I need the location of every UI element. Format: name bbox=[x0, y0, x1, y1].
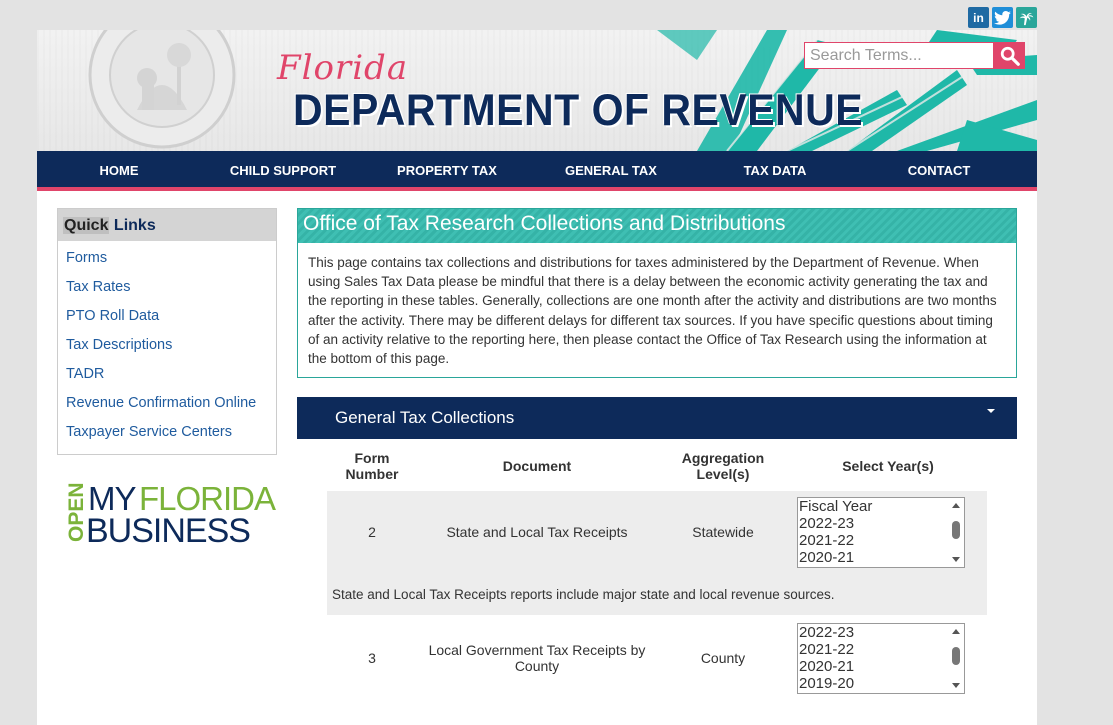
state-seal-icon bbox=[88, 30, 236, 149]
quick-links-panel: Quick Links Forms Tax Rates PTO Roll Dat… bbox=[57, 208, 277, 455]
scroll-up-arrow-icon[interactable] bbox=[952, 502, 960, 508]
twitter-icon[interactable] bbox=[992, 7, 1013, 28]
scroll-thumb[interactable] bbox=[952, 520, 960, 539]
row-aggregation-level: Statewide bbox=[657, 491, 789, 573]
section-title: General Tax Collections bbox=[335, 408, 515, 427]
year-option[interactable]: 2022-23 bbox=[799, 624, 964, 641]
col-form-number: Form Number bbox=[345, 450, 399, 482]
palm-icon[interactable] bbox=[1016, 7, 1037, 28]
logo-florida-script: Florida bbox=[277, 48, 409, 88]
scroll-down-arrow-icon[interactable] bbox=[952, 682, 960, 688]
intro-text: This page contains tax collections and d… bbox=[308, 255, 997, 367]
col-select-years: Select Year(s) bbox=[842, 458, 934, 474]
table-header-row: Form Number Document Aggregation Level(s… bbox=[327, 439, 987, 491]
omfb-business-text: BUSINESS bbox=[86, 512, 250, 545]
nav-general-tax[interactable]: GENERAL TAX bbox=[529, 151, 693, 187]
row-document[interactable]: Local Government Tax Receipts by County bbox=[417, 615, 657, 701]
scroll-up-arrow-icon[interactable] bbox=[952, 628, 960, 634]
row-description: State and Local Tax Receipts reports inc… bbox=[327, 573, 987, 615]
nav-child-support[interactable]: CHILD SUPPORT bbox=[201, 151, 365, 187]
scroll-thumb[interactable] bbox=[952, 646, 960, 665]
col-aggregation-level: Aggregation Level(s) bbox=[681, 450, 765, 482]
omfb-open-text: OPEN bbox=[65, 482, 88, 542]
year-option[interactable]: 2021-22 bbox=[799, 641, 964, 658]
caret-down-icon bbox=[987, 409, 995, 413]
nav-contact[interactable]: CONTACT bbox=[857, 151, 1021, 187]
quick-links-title-part1: Quick bbox=[63, 217, 110, 234]
listbox-scrollbar[interactable] bbox=[949, 499, 963, 566]
year-option[interactable]: 2022-23 bbox=[799, 515, 964, 532]
table-row: 2 State and Local Tax Receipts Statewide… bbox=[327, 491, 987, 573]
documents-table: Form Number Document Aggregation Level(s… bbox=[327, 439, 987, 701]
quick-links-title: Quick Links bbox=[58, 209, 276, 241]
year-option[interactable]: 2019-20 bbox=[799, 675, 964, 692]
main-content: Office of Tax Research Collections and D… bbox=[297, 208, 1017, 701]
search-form: Search Terms... bbox=[804, 42, 1025, 69]
intro-box: Office of Tax Research Collections and D… bbox=[297, 208, 1017, 378]
search-button[interactable] bbox=[994, 42, 1025, 69]
row-form-number: 3 bbox=[368, 650, 376, 666]
quick-links-title-part2: Links bbox=[113, 217, 156, 234]
year-select-listbox[interactable]: Fiscal Year 2022-23 2021-22 2020-21 bbox=[797, 496, 965, 568]
year-option[interactable]: Fiscal Year bbox=[799, 498, 964, 515]
table-row: 3 Local Government Tax Receipts by Count… bbox=[327, 615, 987, 701]
quick-link-forms[interactable]: Forms bbox=[66, 250, 268, 279]
quick-link-tadr[interactable]: TADR bbox=[66, 366, 268, 395]
row-year-select-cell: Fiscal Year 2022-23 2021-22 2020-21 bbox=[789, 491, 987, 573]
quick-link-tax-descriptions[interactable]: Tax Descriptions bbox=[66, 337, 268, 366]
linkedin-icon[interactable]: in bbox=[968, 7, 989, 28]
col-document: Document bbox=[502, 458, 572, 474]
quick-link-tax-rates[interactable]: Tax Rates bbox=[66, 279, 268, 308]
row-year-select-cell: 2022-23 2021-22 2020-21 2019-20 bbox=[789, 615, 987, 701]
row-form-number: 2 bbox=[327, 491, 417, 573]
year-option[interactable]: 2020-21 bbox=[799, 658, 964, 675]
table-row-description: State and Local Tax Receipts reports inc… bbox=[327, 573, 987, 615]
year-option[interactable]: 2020-21 bbox=[799, 549, 964, 566]
main-nav: HOME CHILD SUPPORT PROPERTY TAX GENERAL … bbox=[37, 151, 1037, 191]
social-links: in bbox=[968, 7, 1037, 28]
row-aggregation-level: County bbox=[700, 650, 746, 666]
page-title: Office of Tax Research Collections and D… bbox=[298, 209, 1016, 243]
year-option[interactable]: 2021-22 bbox=[799, 532, 964, 549]
general-tax-collections-header[interactable]: General Tax Collections bbox=[297, 397, 1017, 439]
open-my-florida-business-logo[interactable]: OPEN MY FLORIDA BUSINESS bbox=[63, 480, 278, 545]
search-icon bbox=[1000, 46, 1020, 66]
nav-tax-data[interactable]: TAX DATA bbox=[693, 151, 857, 187]
quick-link-pto-roll-data[interactable]: PTO Roll Data bbox=[66, 308, 268, 337]
row-document[interactable]: State and Local Tax Receipts bbox=[417, 491, 657, 573]
nav-property-tax[interactable]: PROPERTY TAX bbox=[365, 151, 529, 187]
search-input[interactable]: Search Terms... bbox=[804, 42, 994, 69]
linkedin-label: in bbox=[973, 10, 984, 25]
scroll-down-arrow-icon[interactable] bbox=[952, 556, 960, 562]
logo-department-of-revenue[interactable]: DEPARTMENT OF REVENUE bbox=[293, 85, 863, 136]
listbox-scrollbar[interactable] bbox=[949, 625, 963, 692]
quick-links-list: Forms Tax Rates PTO Roll Data Tax Descri… bbox=[58, 241, 276, 453]
header-banner: Florida DEPARTMENT OF REVENUE Search Ter… bbox=[37, 30, 1037, 151]
page-container: Florida DEPARTMENT OF REVENUE Search Ter… bbox=[37, 30, 1037, 725]
quick-link-taxpayer-service-centers[interactable]: Taxpayer Service Centers bbox=[66, 424, 268, 453]
quick-link-revenue-confirmation[interactable]: Revenue Confirmation Online bbox=[66, 395, 268, 424]
nav-home[interactable]: HOME bbox=[37, 151, 201, 187]
year-select-listbox[interactable]: 2022-23 2021-22 2020-21 2019-20 bbox=[797, 622, 965, 694]
